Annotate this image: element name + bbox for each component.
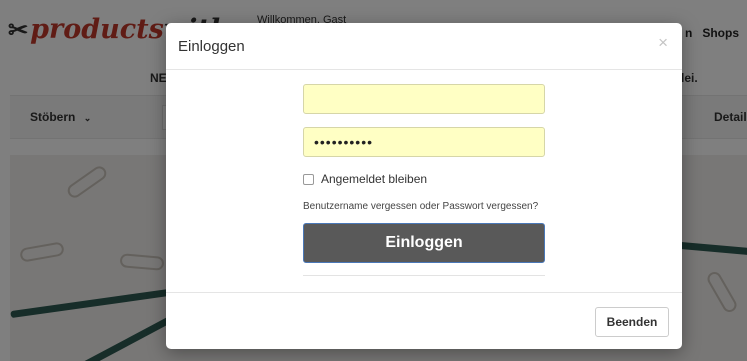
- username-field[interactable]: [303, 84, 545, 114]
- remember-me[interactable]: Angemeldet bleiben: [303, 172, 427, 186]
- modal-body: Angemeldet bleiben Benutzername vergesse…: [166, 70, 682, 292]
- remember-me-checkbox[interactable]: [303, 173, 314, 185]
- password-field[interactable]: [303, 127, 545, 157]
- forgot-credentials-link[interactable]: Benutzername vergessen oder Passwort ver…: [303, 201, 538, 212]
- close-button[interactable]: Beenden: [595, 307, 669, 337]
- modal-footer: Beenden: [166, 292, 682, 349]
- divider: [303, 275, 545, 276]
- remember-me-label: Angemeldet bleiben: [321, 172, 428, 186]
- close-icon[interactable]: ×: [658, 33, 668, 53]
- modal-header: Einloggen ×: [166, 23, 682, 70]
- login-modal: Einloggen × Angemeldet bleiben Benutzern…: [166, 23, 682, 349]
- login-button[interactable]: Einloggen: [303, 223, 545, 263]
- modal-title: Einloggen: [178, 38, 245, 55]
